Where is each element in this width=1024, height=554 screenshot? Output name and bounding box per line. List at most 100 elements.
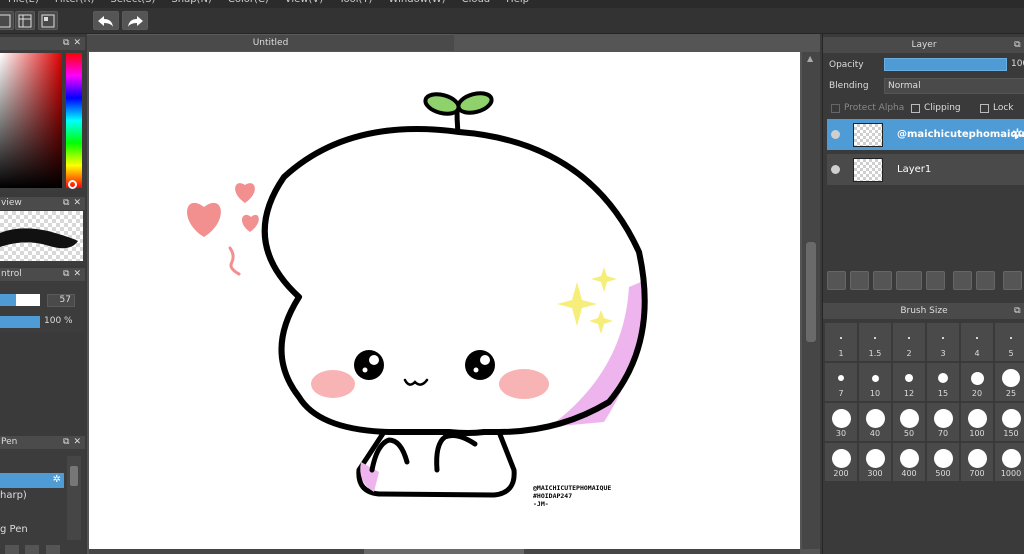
brush-size-dot xyxy=(970,371,984,385)
close-icon[interactable]: ✕ xyxy=(73,269,81,279)
brush-size-cell[interactable]: 5 xyxy=(995,323,1024,361)
close-icon[interactable]: ✕ xyxy=(73,437,81,447)
brush-item-selected[interactable]: ✲ xyxy=(0,473,64,488)
brush-size-dot xyxy=(976,337,978,339)
menu-item[interactable]: Tool(T) xyxy=(331,0,380,5)
brush-size-cell[interactable]: 200 xyxy=(825,443,857,481)
menu-item[interactable]: Filter(R) xyxy=(47,0,103,5)
layer-opacity-slider[interactable] xyxy=(884,58,1007,71)
document-tab[interactable]: Untitled xyxy=(87,34,454,51)
brush-size-cell[interactable]: 50 xyxy=(893,403,925,441)
add-brush-icon[interactable] xyxy=(5,545,19,554)
brush-list-tools xyxy=(0,544,85,554)
lock-checkbox[interactable] xyxy=(980,104,989,113)
brush-size-dot xyxy=(967,408,987,428)
new-layer-icon[interactable] xyxy=(827,271,846,290)
layer-name: @maichicutephomaique xyxy=(897,129,1024,140)
close-icon[interactable]: ✕ xyxy=(73,198,81,208)
layout-icon[interactable] xyxy=(38,11,58,30)
brush-size-cell[interactable]: 30 xyxy=(825,403,857,441)
brush-size-cell[interactable]: 12 xyxy=(893,363,925,401)
save-icon[interactable] xyxy=(0,11,14,30)
menu-item[interactable]: Snap(N) xyxy=(163,0,219,5)
brush-list-scrollbar[interactable] xyxy=(67,456,81,540)
protect-alpha-checkbox[interactable] xyxy=(831,104,840,113)
menu-item[interactable]: Window(W) xyxy=(380,0,453,5)
float-icon[interactable]: ⧉ xyxy=(63,198,69,208)
menu-item[interactable]: Help xyxy=(498,0,537,5)
new-layer-1bit-icon[interactable] xyxy=(873,271,892,290)
layer-row[interactable]: Layer1 xyxy=(827,154,1024,186)
layer-opacity-value[interactable]: 100 xyxy=(1011,59,1024,69)
brush-size-cell[interactable]: 500 xyxy=(927,443,959,481)
brush-size-cell[interactable]: 70 xyxy=(927,403,959,441)
gear-icon[interactable]: ✲ xyxy=(1012,127,1023,142)
brush-size-cell[interactable]: 7 xyxy=(825,363,857,401)
brush-size-cell[interactable]: 10 xyxy=(859,363,891,401)
brush-size-cell[interactable]: 150 xyxy=(995,403,1024,441)
eye-icon[interactable] xyxy=(831,130,840,139)
menu-item[interactable]: Cloud xyxy=(454,0,499,5)
undo-button[interactable] xyxy=(93,11,119,30)
menu-item[interactable]: File(E) xyxy=(0,0,47,5)
brush-size-cell[interactable]: 40 xyxy=(859,403,891,441)
brush-size-cell[interactable]: 20 xyxy=(961,363,993,401)
grid-icon[interactable] xyxy=(15,11,35,30)
brush-size-cell[interactable]: 1000 xyxy=(995,443,1024,481)
scroll-up-icon[interactable]: ▲ xyxy=(807,54,813,63)
close-icon[interactable]: ✕ xyxy=(73,38,81,48)
brush-list-header: Pen ⧉ ✕ xyxy=(0,436,85,449)
copy-icon[interactable] xyxy=(46,545,60,554)
brush-size-cell[interactable]: 400 xyxy=(893,443,925,481)
opacity-slider[interactable] xyxy=(0,316,40,328)
brush-size-cell[interactable]: 3 xyxy=(927,323,959,361)
brush-size-cell[interactable]: 100 xyxy=(961,403,993,441)
size-value[interactable]: 57 xyxy=(47,294,75,307)
size-slider[interactable] xyxy=(0,294,40,306)
scroll-thumb[interactable] xyxy=(806,242,816,342)
color-square[interactable] xyxy=(0,53,62,188)
folder-icon[interactable] xyxy=(25,545,39,554)
brush-item[interactable]: harp) xyxy=(0,490,64,505)
eye-icon[interactable] xyxy=(831,165,840,174)
brush-size-cell[interactable]: 2 xyxy=(893,323,925,361)
brush-size-cell[interactable]: 15 xyxy=(927,363,959,401)
float-icon[interactable]: ⧉ xyxy=(1014,40,1020,50)
layer-row[interactable]: @maichicutephomaique ✲ xyxy=(827,119,1024,151)
brush-item[interactable] xyxy=(0,456,64,471)
brush-size-cell[interactable]: 25 xyxy=(995,363,1024,401)
duplicate-layer-icon[interactable] xyxy=(953,271,972,290)
menu-item[interactable]: Select(S) xyxy=(102,0,163,5)
float-icon[interactable]: ⧉ xyxy=(63,437,69,447)
brush-size-cell[interactable]: 300 xyxy=(859,443,891,481)
brush-size-cell[interactable]: 1.5 xyxy=(859,323,891,361)
brush-size-cell[interactable]: 700 xyxy=(961,443,993,481)
merge-layer-icon[interactable] xyxy=(976,271,995,290)
drawing-canvas[interactable]: @MAICHICUTEPHOMAIQUE #HOIDAP247 -JM- xyxy=(89,52,800,549)
redo-button[interactable] xyxy=(122,11,148,30)
brush-size-dot xyxy=(1010,337,1012,339)
float-icon[interactable]: ⧉ xyxy=(1014,306,1020,316)
hue-bar[interactable] xyxy=(66,53,82,188)
brush-size-cell[interactable]: 1 xyxy=(825,323,857,361)
brush-size-cell[interactable]: 4 xyxy=(961,323,993,361)
clipping-checkbox[interactable] xyxy=(911,104,920,113)
menu-item[interactable]: Color(C) xyxy=(220,0,277,5)
brush-size-dot xyxy=(865,448,885,468)
float-icon[interactable]: ⧉ xyxy=(63,38,69,48)
scroll-thumb[interactable] xyxy=(364,549,524,554)
blending-select[interactable]: Normal xyxy=(884,78,1024,94)
canvas-horizontal-scrollbar[interactable] xyxy=(89,549,800,554)
folder-icon[interactable] xyxy=(926,271,945,290)
menu-item[interactable]: View(V) xyxy=(277,0,331,5)
brush-size-label: 4 xyxy=(974,349,980,358)
new-layer-8bit-icon[interactable] xyxy=(850,271,869,290)
add-layer-dropdown-icon[interactable] xyxy=(896,271,922,290)
canvas-vertical-scrollbar[interactable]: ▲ xyxy=(802,52,820,549)
float-icon[interactable]: ⧉ xyxy=(63,269,69,279)
brush-size-header: Brush Size ⧉ ✕ xyxy=(823,303,1024,319)
gear-icon[interactable]: ✲ xyxy=(53,474,61,485)
hue-marker[interactable] xyxy=(68,180,77,189)
brush-item[interactable]: g Pen xyxy=(0,524,64,539)
trash-icon[interactable] xyxy=(1003,271,1022,290)
